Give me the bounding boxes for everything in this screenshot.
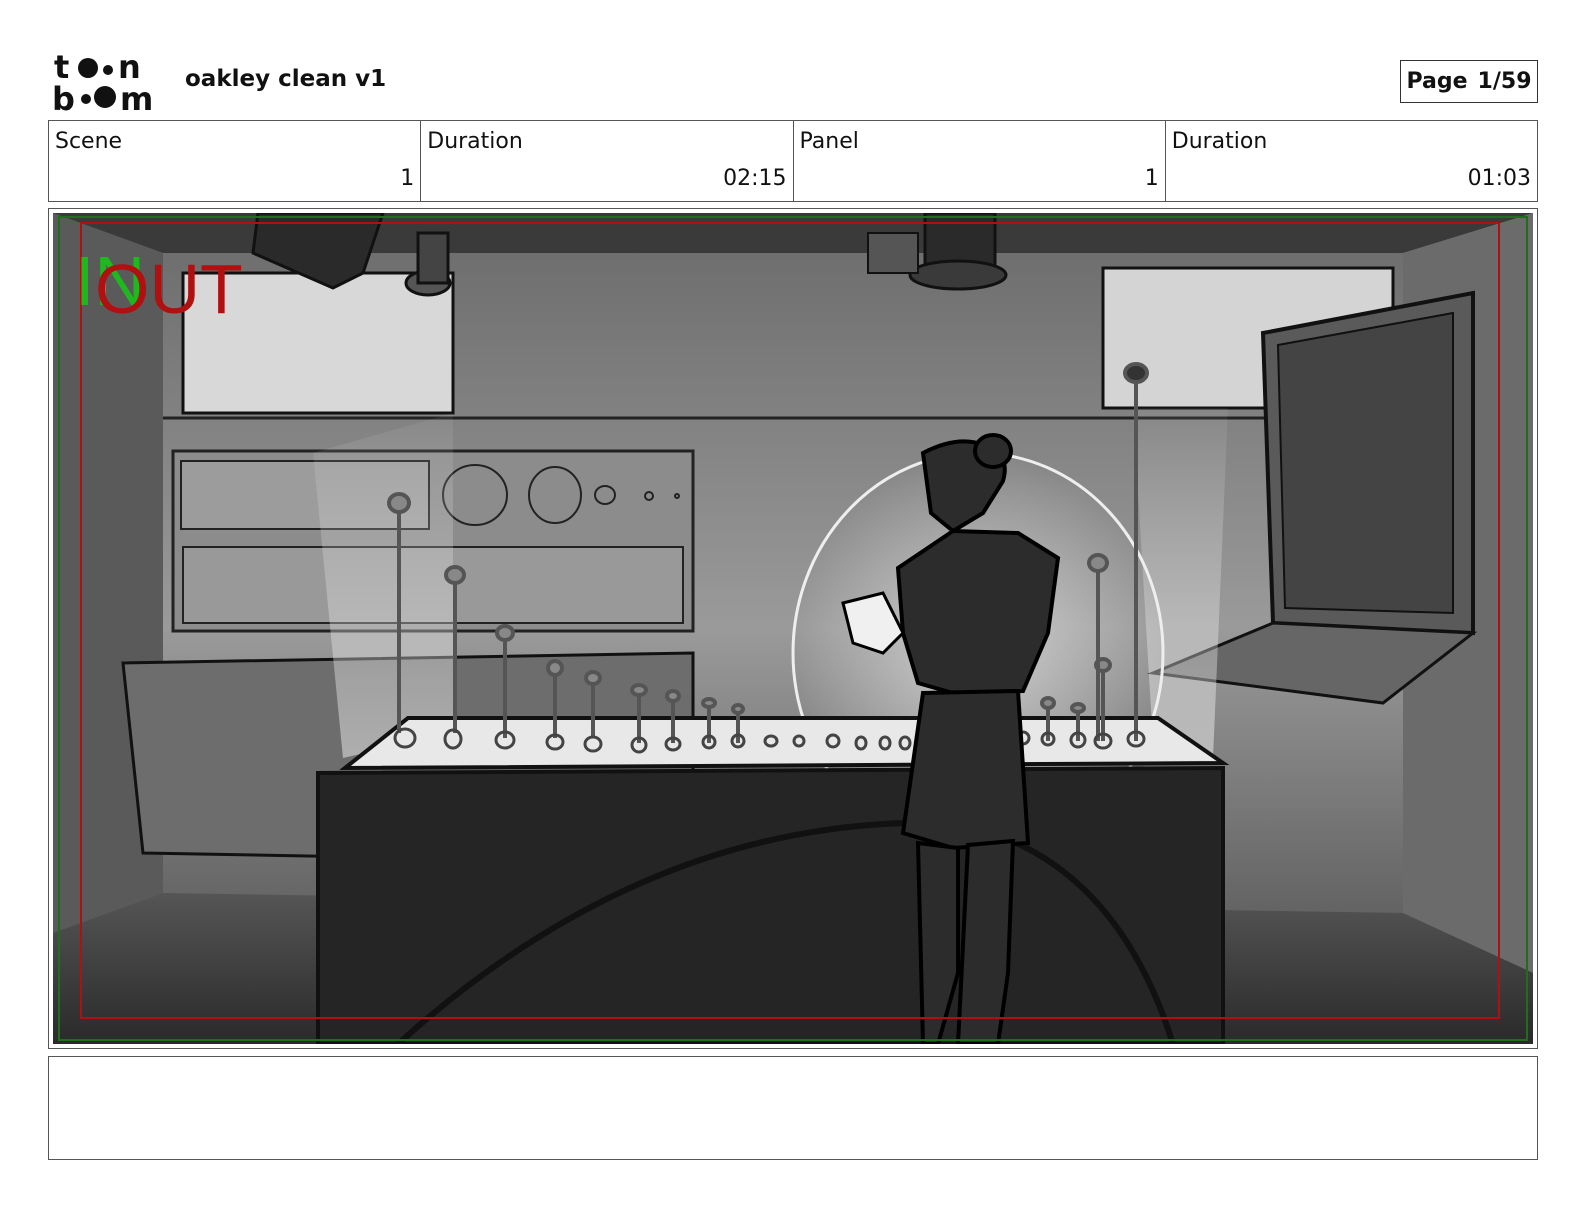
scene-cell: Scene 1 [49,121,422,201]
page-label: Page [1406,69,1468,94]
page-indicator: Page 1/59 [1400,60,1538,103]
panel-label: Panel [799,129,859,154]
page-number: 1/59 [1477,69,1532,94]
storyboard-panel: IN OUT [48,208,1538,1049]
scene-duration-label: Duration [427,129,523,154]
scene-info-table: Scene 1 Duration 02:15 Panel 1 Duration … [48,120,1538,202]
panel-notes-box [48,1056,1538,1160]
document-title: oakley clean v1 [185,66,387,92]
toon-boom-logo: t n b m [52,50,153,112]
panel-cell: Panel 1 [794,121,1166,201]
panel-duration-label: Duration [1171,129,1268,154]
svg-text:b: b [52,80,75,112]
scene-duration-value: 02:15 [723,166,787,191]
scene-duration-cell: Duration 02:15 [421,121,794,201]
panel-sketch: IN OUT [53,213,1533,1044]
svg-text:m: m [120,80,153,112]
page-header: t n b m oakley clean v1 Page 1/59 [48,50,1538,114]
scene-label: Scene [55,129,123,154]
panel-duration-cell: Duration 01:03 [1166,121,1537,201]
panel-value: 1 [1144,166,1159,191]
panel-duration-value: 01:03 [1467,166,1531,191]
out-marker: OUT [95,250,243,328]
scene-value: 1 [400,166,415,191]
